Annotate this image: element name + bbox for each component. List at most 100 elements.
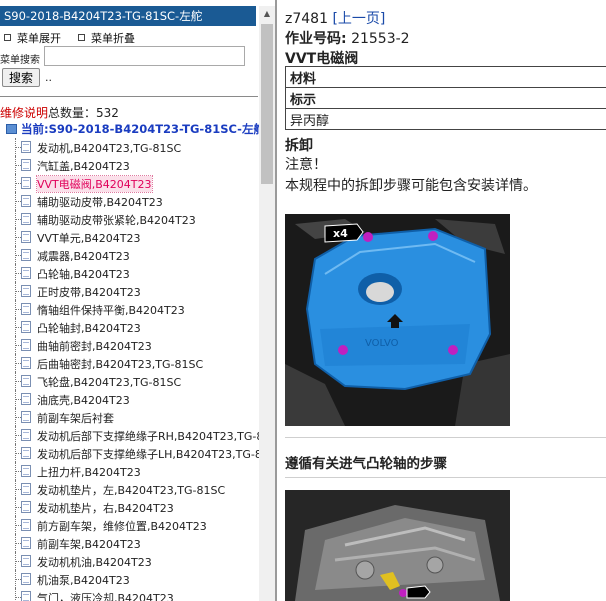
- divider: [0, 96, 258, 97]
- tree-item[interactable]: 上扭力杆,B4204T23: [0, 462, 262, 480]
- tree-item[interactable]: 发动机后部下支撑绝缘子LH,B4204T23,TG-81SC: [0, 444, 275, 462]
- work-number-line: 作业号码: 21553-2: [285, 28, 410, 48]
- document-icon: [21, 141, 31, 153]
- tree-item[interactable]: 凸轮轴封,B4204T23: [0, 318, 262, 336]
- table-cell-material: 异丙醇: [285, 108, 606, 130]
- tree-item-label: 汽缸盖,B4204T23: [37, 160, 130, 173]
- tree-item-label: 前方副车架，维修位置,B4204T23: [37, 520, 207, 533]
- table-header-materials: 材料: [285, 66, 606, 88]
- tree-item[interactable]: VVT单元,B4204T23: [0, 228, 262, 246]
- tree-item-label: 前副车架,B4204T23: [37, 538, 141, 551]
- tree-item-label: 发动机后部下支撑绝缘子LH,B4204T23,TG-81SC: [37, 448, 277, 461]
- document-icon: [21, 339, 31, 351]
- search-input[interactable]: [44, 46, 245, 66]
- menu-scrollbar[interactable]: ▲: [259, 6, 275, 601]
- tree-item-label: 后曲轴密封,B4204T23,TG-81SC: [37, 358, 204, 371]
- divider: [285, 437, 606, 438]
- tree-item[interactable]: 前副车架,B4204T23: [0, 534, 262, 552]
- tree-item-label: 发动机,B4204T23,TG-81SC: [37, 142, 182, 155]
- document-pane: z7481 [上一页] 作业号码: 21553-2 VVT电磁阀 材料 标示 异…: [279, 0, 606, 601]
- tree-item[interactable]: 辅助驱动皮带,B4204T23: [0, 192, 262, 210]
- tree-item-label: 辅助驱动皮带,B4204T23: [37, 196, 163, 209]
- collapse-icon: [78, 34, 85, 41]
- document-icon: [21, 249, 31, 261]
- tree-item[interactable]: 发动机垫片，左,B4204T23,TG-81SC: [0, 480, 262, 498]
- engine-bay-figure: [285, 490, 510, 601]
- tree-item[interactable]: 发动机垫片，右,B4204T23: [0, 498, 262, 516]
- tree-item-label: 发动机机油,B4204T23: [37, 556, 152, 569]
- tree-item-label: 发动机垫片，右,B4204T23: [37, 502, 174, 515]
- tree-item-label: 机油泵,B4204T23: [37, 574, 130, 587]
- search-ellipsis: ..: [45, 71, 52, 84]
- callout-x4: x4: [333, 227, 348, 240]
- table-header-marking: 标示: [285, 87, 606, 109]
- document-icon: [21, 285, 31, 297]
- tree-item[interactable]: 发动机机油,B4204T23: [0, 552, 262, 570]
- tree-item[interactable]: 后曲轴密封,B4204T23,TG-81SC: [0, 354, 262, 372]
- document-icon: [21, 573, 31, 585]
- tree-item[interactable]: 机油泵,B4204T23: [0, 570, 262, 588]
- scroll-up-icon[interactable]: ▲: [259, 6, 275, 22]
- menu-collapse-button[interactable]: 菜单折叠: [78, 30, 135, 46]
- tree-item[interactable]: 发动机,B4204T23,TG-81SC: [0, 138, 262, 156]
- menu-title: S90-2018-B4204T23-TG-81SC-左舵: [0, 6, 256, 26]
- tree-item[interactable]: 正时皮带,B4204T23: [0, 282, 262, 300]
- tree-item[interactable]: 飞轮盘,B4204T23,TG-81SC: [0, 372, 262, 390]
- tree-item-label: 发动机垫片，左,B4204T23,TG-81SC: [37, 484, 226, 497]
- section-remove: 拆卸: [285, 138, 313, 154]
- tree-item[interactable]: 辅助驱动皮带张紧轮,B4204T23: [0, 210, 262, 228]
- document-icon: [21, 267, 31, 279]
- expand-icon: [4, 34, 11, 41]
- tree-item[interactable]: 惰轴组件保持平衡,B4204T23: [0, 300, 262, 318]
- tree-item[interactable]: VVT电磁阀,B4204T23: [0, 174, 262, 193]
- work-number-label: 作业号码:: [285, 31, 347, 47]
- tree-item-label: 辅助驱动皮带张紧轮,B4204T23: [37, 214, 196, 227]
- tree-item[interactable]: 汽缸盖,B4204T23: [0, 156, 262, 174]
- materials-table: 材料 标示 异丙醇: [285, 66, 606, 130]
- document-icon: [21, 195, 31, 207]
- menu-pane: S90-2018-B4204T23-TG-81SC-左舵 菜单展开 菜单折叠 菜…: [0, 0, 277, 601]
- tree-item[interactable]: 前方副车架，维修位置,B4204T23: [0, 516, 262, 534]
- search-label: 菜单搜索: [0, 55, 40, 66]
- search-button[interactable]: 搜索: [2, 68, 40, 87]
- tree-connector: [15, 588, 16, 601]
- tree-item-label: 凸轮轴封,B4204T23: [37, 322, 141, 335]
- tree-item-label: 飞轮盘,B4204T23,TG-81SC: [37, 376, 182, 389]
- scroll-thumb[interactable]: [261, 24, 273, 184]
- document-icon: [21, 159, 31, 171]
- engine-bay-illustration: [285, 490, 510, 601]
- document-icon: [21, 537, 31, 549]
- menu-expand-button[interactable]: 菜单展开: [4, 30, 61, 46]
- tree-item-label: VVT电磁阀,B4204T23: [36, 175, 153, 193]
- document-icon: [21, 483, 31, 495]
- tree-item[interactable]: 曲轴前密封,B4204T23: [0, 336, 262, 354]
- document-icon: [21, 393, 31, 405]
- tree-item[interactable]: 发动机后部下支撑绝缘子RH,B4204T23,TG-81SC: [0, 426, 275, 444]
- prev-page-link[interactable]: [上一页]: [332, 11, 385, 27]
- volvo-logo: VOLVO: [365, 338, 399, 349]
- tree-item[interactable]: 凸轮轴,B4204T23: [0, 264, 262, 282]
- document-icon: [21, 321, 31, 333]
- tree-item-label: 发动机后部下支撑绝缘子RH,B4204T23,TG-81SC: [37, 430, 277, 443]
- tree-item[interactable]: 前副车架后衬套: [0, 408, 262, 426]
- tree-item-label: 凸轮轴,B4204T23: [37, 268, 130, 281]
- document-icon: [21, 429, 31, 441]
- divider: [285, 477, 606, 478]
- current-node[interactable]: 当前:S90-2018-B4204T23-TG-81SC-左舵: [6, 121, 265, 137]
- tree-item-label: 前副车架后衬套: [37, 412, 114, 425]
- document-icon: [21, 303, 31, 315]
- count-line: 维修说明总数量：532: [0, 104, 119, 121]
- document-icon: [21, 213, 31, 225]
- tree-item[interactable]: 气门，液压冷却,B4204T23: [0, 588, 262, 601]
- document-icon: [21, 375, 31, 387]
- tree-item[interactable]: 油底壳,B4204T23: [0, 390, 262, 408]
- document-icon: [21, 465, 31, 477]
- tree-item-label: 油底壳,B4204T23: [37, 394, 130, 407]
- document-icon: [21, 177, 31, 189]
- total-count: 总数量：532: [48, 106, 119, 120]
- tree-item[interactable]: 减震器,B4204T23: [0, 246, 262, 264]
- note-title: 注意！: [285, 157, 327, 173]
- document-icon: [21, 411, 31, 423]
- tree-item-label: 上扭力杆,B4204T23: [37, 466, 141, 479]
- engine-cover-illustration: VOLVO x4: [285, 214, 510, 426]
